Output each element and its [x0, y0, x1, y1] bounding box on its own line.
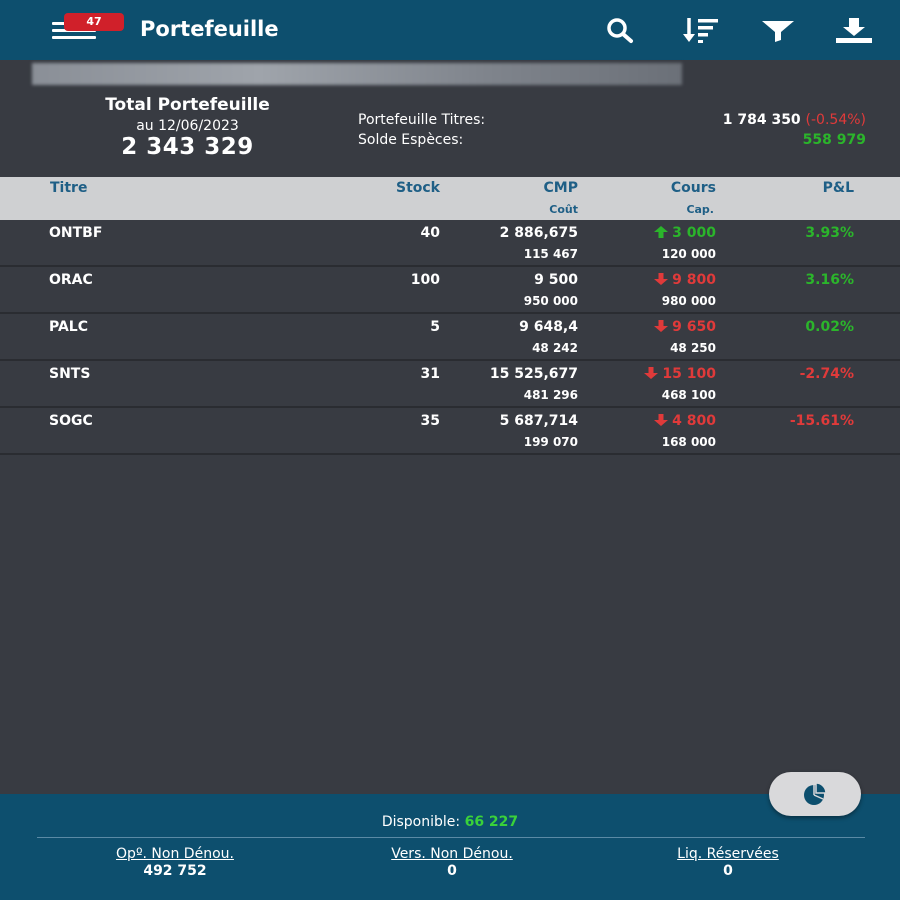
col-cours[interactable]: Cours — [671, 180, 716, 196]
vers-non-denou-value: 0 — [447, 863, 457, 879]
page-title: Portefeuille — [140, 17, 279, 41]
arrow-down-icon — [644, 367, 659, 379]
row-cours: 9 650 — [654, 319, 716, 335]
row-pl: -15.61% — [789, 413, 854, 429]
portfolio-total: Total Portefeuille au 12/06/2023 2 343 3… — [60, 95, 315, 160]
row-cours-value: 9 800 — [672, 272, 716, 288]
row-cours-value: 4 800 — [672, 413, 716, 429]
arrow-down-icon — [654, 414, 669, 426]
table-row[interactable]: PALC 5 9 648,4 48 242 9 650 48 250 0.02% — [0, 314, 900, 361]
total-value: 2 343 329 — [121, 134, 254, 160]
footer-divider — [37, 837, 865, 838]
download-button[interactable] — [834, 14, 874, 46]
footer-panel: Disponible: 66 227 Opº. Non Dénou. 492 7… — [0, 794, 900, 900]
disponible: Disponible: 66 227 — [0, 814, 900, 830]
row-titre: ONTBF — [49, 225, 103, 241]
row-cours: 9 800 — [654, 272, 716, 288]
col-pl[interactable]: P&L — [823, 180, 854, 196]
row-pl: -2.74% — [799, 366, 854, 382]
footer-op: Opº. Non Dénou. 492 752 — [75, 846, 275, 879]
table-header: Titre Stock CMP Coût Cours Cap. P&L — [0, 177, 900, 220]
row-cap: 168 000 — [661, 435, 716, 449]
row-pl: 3.16% — [805, 272, 854, 288]
notification-badge: 47 — [64, 13, 124, 31]
arrow-down-icon — [654, 320, 669, 332]
vers-non-denou-link[interactable]: Vers. Non Dénou. — [352, 846, 552, 862]
row-cours: 15 100 — [644, 366, 716, 382]
filter-button[interactable] — [758, 14, 798, 46]
search-button[interactable] — [600, 14, 640, 46]
row-titre: PALC — [49, 319, 89, 335]
row-cours: 3 000 — [654, 225, 716, 241]
especes-value: 558 979 — [802, 132, 866, 148]
col-cout[interactable]: Coût — [549, 203, 578, 216]
chart-fab-button[interactable] — [769, 772, 861, 816]
total-date: au 12/06/2023 — [136, 118, 239, 134]
row-cap: 980 000 — [661, 294, 716, 308]
op-non-denou-value: 492 752 — [143, 863, 207, 879]
pie-chart-icon — [804, 782, 827, 805]
col-stock[interactable]: Stock — [396, 180, 440, 196]
row-cours-value: 3 000 — [672, 225, 716, 241]
row-cap: 468 100 — [661, 388, 716, 402]
row-stock: 40 — [420, 225, 440, 241]
titres-value: 1 784 350 (-0.54%) — [723, 112, 866, 128]
titres-change: (-0.54%) — [805, 112, 866, 128]
download-icon — [836, 18, 872, 43]
row-stock: 31 — [420, 366, 440, 382]
liq-reservees-link[interactable]: Liq. Réservées — [628, 846, 828, 862]
sort-icon — [683, 18, 718, 43]
liq-reservees-value: 0 — [723, 863, 733, 879]
app-header: 47 Portefeuille — [0, 0, 900, 60]
row-stock: 35 — [420, 413, 440, 429]
row-titre: ORAC — [49, 272, 93, 288]
row-pl: 0.02% — [805, 319, 854, 335]
row-stock: 5 — [430, 319, 440, 335]
col-titre[interactable]: Titre — [50, 180, 87, 196]
table-row[interactable]: SNTS 31 15 525,677 481 296 15 100 468 10… — [0, 361, 900, 408]
total-title: Total Portefeuille — [105, 95, 270, 115]
row-cap: 48 250 — [670, 341, 716, 355]
row-pl: 3.93% — [805, 225, 854, 241]
col-cmp[interactable]: CMP — [544, 180, 578, 196]
row-cmp: 5 687,714 — [499, 413, 578, 429]
menu-icon-bar — [52, 36, 96, 39]
arrow-down-icon — [654, 273, 669, 285]
arrow-up-icon — [654, 226, 669, 238]
disponible-value: 66 227 — [464, 814, 519, 830]
row-cout: 481 296 — [523, 388, 578, 402]
row-cout: 199 070 — [523, 435, 578, 449]
row-cmp: 9 648,4 — [519, 319, 578, 335]
sort-button[interactable] — [682, 14, 722, 46]
titres-amount: 1 784 350 — [722, 112, 801, 128]
col-cap[interactable]: Cap. — [686, 203, 714, 216]
account-banner — [32, 63, 682, 85]
row-cmp: 2 886,675 — [499, 225, 578, 241]
row-titre: SOGC — [49, 413, 93, 429]
disponible-label: Disponible: — [381, 814, 461, 830]
footer-vers: Vers. Non Dénou. 0 — [352, 846, 552, 879]
row-cours-value: 9 650 — [672, 319, 716, 335]
table-row[interactable]: SOGC 35 5 687,714 199 070 4 800 168 000 … — [0, 408, 900, 455]
row-cmp: 9 500 — [534, 272, 578, 288]
filter-icon — [762, 21, 794, 42]
row-cout: 115 467 — [523, 247, 578, 261]
titres-label: Portefeuille Titres: — [358, 112, 486, 128]
table-row[interactable]: ORAC 100 9 500 950 000 9 800 980 000 3.1… — [0, 267, 900, 314]
op-non-denou-link[interactable]: Opº. Non Dénou. — [75, 846, 275, 862]
row-stock: 100 — [410, 272, 440, 288]
row-titre: SNTS — [49, 366, 91, 382]
row-cours-value: 15 100 — [662, 366, 716, 382]
row-cmp: 15 525,677 — [489, 366, 578, 382]
table-row[interactable]: ONTBF 40 2 886,675 115 467 3 000 120 000… — [0, 220, 900, 267]
row-cout: 950 000 — [523, 294, 578, 308]
especes-label: Solde Espèces: — [358, 132, 464, 148]
row-cap: 120 000 — [661, 247, 716, 261]
footer-liq: Liq. Réservées 0 — [628, 846, 828, 879]
row-cours: 4 800 — [654, 413, 716, 429]
row-cout: 48 242 — [532, 341, 578, 355]
search-icon — [607, 18, 633, 43]
